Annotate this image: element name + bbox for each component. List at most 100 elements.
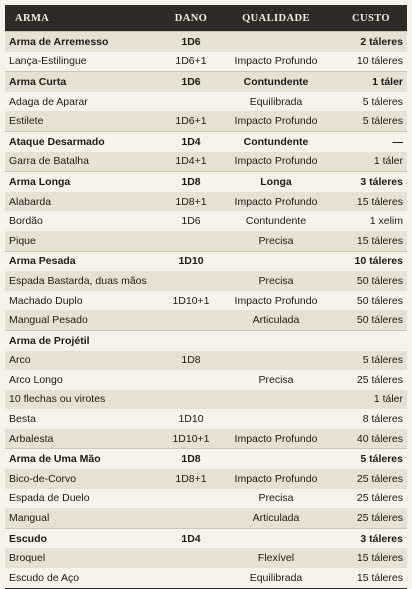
weapon-name: Bordão — [5, 211, 165, 231]
weapons-table: ARMA DANO QUALIDADE CUSTO Arma de Arreme… — [5, 5, 407, 589]
weapon-cost — [335, 329, 407, 351]
category-row: Ataque Desarmado 1D4 Contundente — — [5, 130, 407, 152]
weapon-cost: 1 xelim — [335, 211, 407, 231]
table-row: Broquel Flexível 15 táleres — [5, 548, 407, 569]
category-row: Escudo 1D4 3 táleres — [5, 527, 407, 549]
weapon-quality: Precisa — [217, 370, 335, 390]
table-row: Garra de Batalha 1D4+1 Impacto Profundo 1 t… — [5, 151, 407, 172]
weapon-damage: 1D4 — [165, 130, 217, 152]
weapon-quality: Equilibrada — [217, 568, 335, 589]
weapon-damage — [165, 329, 217, 351]
table-row: Alabarda 1D8+1 Impacto Profundo 15 táleres — [5, 191, 407, 212]
table-row: Pique Precisa 15 táleres — [5, 230, 407, 252]
weapon-name: Besta — [5, 409, 165, 429]
header-row: ARMA DANO QUALIDADE CUSTO — [5, 5, 407, 32]
weapon-quality: Precisa — [217, 488, 335, 509]
weapon-cost: 5 táleres — [335, 448, 407, 470]
table-row: Bordão 1D6 Contundente 1 xelim — [5, 211, 407, 231]
weapon-quality: Impacto Profundo — [217, 111, 335, 132]
weapon-quality: Equilibrada — [217, 91, 335, 112]
weapon-cost: 50 táleres — [335, 310, 407, 331]
weapon-damage — [165, 568, 217, 589]
weapon-damage — [165, 310, 217, 331]
weapon-quality: Contundente — [217, 211, 335, 231]
category-row: Arma Pesada 1D10 10 táleres — [5, 250, 407, 272]
weapon-cost: 8 táleres — [335, 409, 407, 429]
weapon-quality — [217, 250, 335, 272]
weapon-damage: 1D6+1 — [165, 111, 217, 132]
weapon-quality — [217, 350, 335, 371]
weapon-quality — [217, 448, 335, 470]
weapon-damage — [165, 508, 217, 529]
weapon-damage — [165, 488, 217, 509]
weapon-cost: 25 táleres — [335, 370, 407, 390]
weapon-damage: 1D6 — [165, 71, 217, 92]
table-row: Mangual Articulada 25 táleres — [5, 508, 407, 529]
weapon-quality: Articulada — [217, 310, 335, 331]
weapon-damage: 1D6+1 — [165, 51, 217, 72]
weapon-quality: Flexível — [217, 548, 335, 569]
weapon-cost: 3 táleres — [335, 171, 407, 192]
weapon-quality — [217, 389, 335, 410]
weapon-name: Adaga de Aparar — [5, 91, 165, 112]
weapon-cost: 10 táleres — [335, 250, 407, 272]
weapon-quality: Articulada — [217, 508, 335, 529]
weapon-cost: 5 táleres — [335, 111, 407, 132]
category-row: Arma Longa 1D8 Longa 3 táleres — [5, 171, 407, 192]
table-row: Adaga de Aparar Equilibrada 5 táleres — [5, 91, 407, 112]
weapon-quality: Impacto Profundo — [217, 51, 335, 72]
table-row: Lança-Estilingue 1D6+1 Impacto Profundo 10 … — [5, 51, 407, 72]
weapon-damage — [165, 548, 217, 569]
weapon-damage: 1D8+1 — [165, 191, 217, 212]
weapon-damage: 1D10+1 — [165, 290, 217, 311]
weapon-cost: 15 táleres — [335, 191, 407, 212]
weapon-damage: 1D4 — [165, 527, 217, 549]
weapon-name: Espada Bastarda, duas mãos — [5, 271, 165, 291]
weapon-name: Ataque Desarmado — [5, 130, 165, 152]
table-row: Mangual Pesado Articulada 50 táleres — [5, 310, 407, 331]
weapon-damage — [165, 91, 217, 112]
weapon-cost: 5 táleres — [335, 350, 407, 371]
weapon-name: Mangual — [5, 508, 165, 529]
weapon-cost: 3 táleres — [335, 527, 407, 549]
weapon-damage: 1D10+1 — [165, 428, 217, 449]
header-dano: DANO — [165, 5, 217, 32]
weapon-damage: 1D6 — [165, 30, 217, 52]
weapon-damage: 1D6 — [165, 211, 217, 231]
table-row: Espada Bastarda, duas mãos Precisa 50 tále… — [5, 271, 407, 291]
weapon-name: Lança-Estilingue — [5, 51, 165, 72]
weapon-quality: Impacto Profundo — [217, 428, 335, 449]
weapon-name: Arco Longo — [5, 370, 165, 390]
weapon-cost: 50 táleres — [335, 271, 407, 291]
weapon-cost: 25 táleres — [335, 508, 407, 529]
weapon-cost: 15 táleres — [335, 568, 407, 589]
weapon-damage: 1D8 — [165, 350, 217, 371]
weapon-name: Pique — [5, 230, 165, 252]
category-row: Arma de Uma Mão 1D8 5 táleres — [5, 448, 407, 470]
weapon-cost: 25 táleres — [335, 469, 407, 489]
table-row: Arco Longo Precisa 25 táleres — [5, 370, 407, 390]
table-row: Machado Duplo 1D10+1 Impacto Profundo 50 tá… — [5, 290, 407, 311]
weapon-quality: Contundente — [217, 71, 335, 92]
weapon-quality: Longa — [217, 171, 335, 192]
table-row: Besta 1D10 8 táleres — [5, 409, 407, 429]
weapon-quality: Precisa — [217, 230, 335, 252]
weapon-damage — [165, 389, 217, 410]
weapon-damage: 1D10 — [165, 409, 217, 429]
weapon-damage: 1D8 — [165, 448, 217, 470]
weapon-name: Escudo — [5, 527, 165, 549]
table-row: Bico-de-Corvo 1D8+1 Impacto Profundo 25 tál… — [5, 469, 407, 489]
weapon-name: Arbalesta — [5, 428, 165, 449]
table-row: Espada de Duelo Precisa 25 táleres — [5, 488, 407, 509]
weapon-damage: 1D4+1 — [165, 151, 217, 172]
weapon-name: Alabarda — [5, 191, 165, 212]
weapon-quality: Impacto Profundo — [217, 151, 335, 172]
weapon-damage: 1D8 — [165, 171, 217, 192]
weapon-name: Arma de Uma Mão — [5, 448, 165, 470]
weapon-quality: Contundente — [217, 130, 335, 152]
weapon-name: 10 flechas ou virotes — [5, 389, 165, 410]
category-row: Arma Curta 1D6 Contundente 1 táler — [5, 71, 407, 92]
weapon-name: Arma Longa — [5, 171, 165, 192]
weapon-name: Broquel — [5, 548, 165, 569]
header-qualidade: QUALIDADE — [217, 5, 335, 32]
